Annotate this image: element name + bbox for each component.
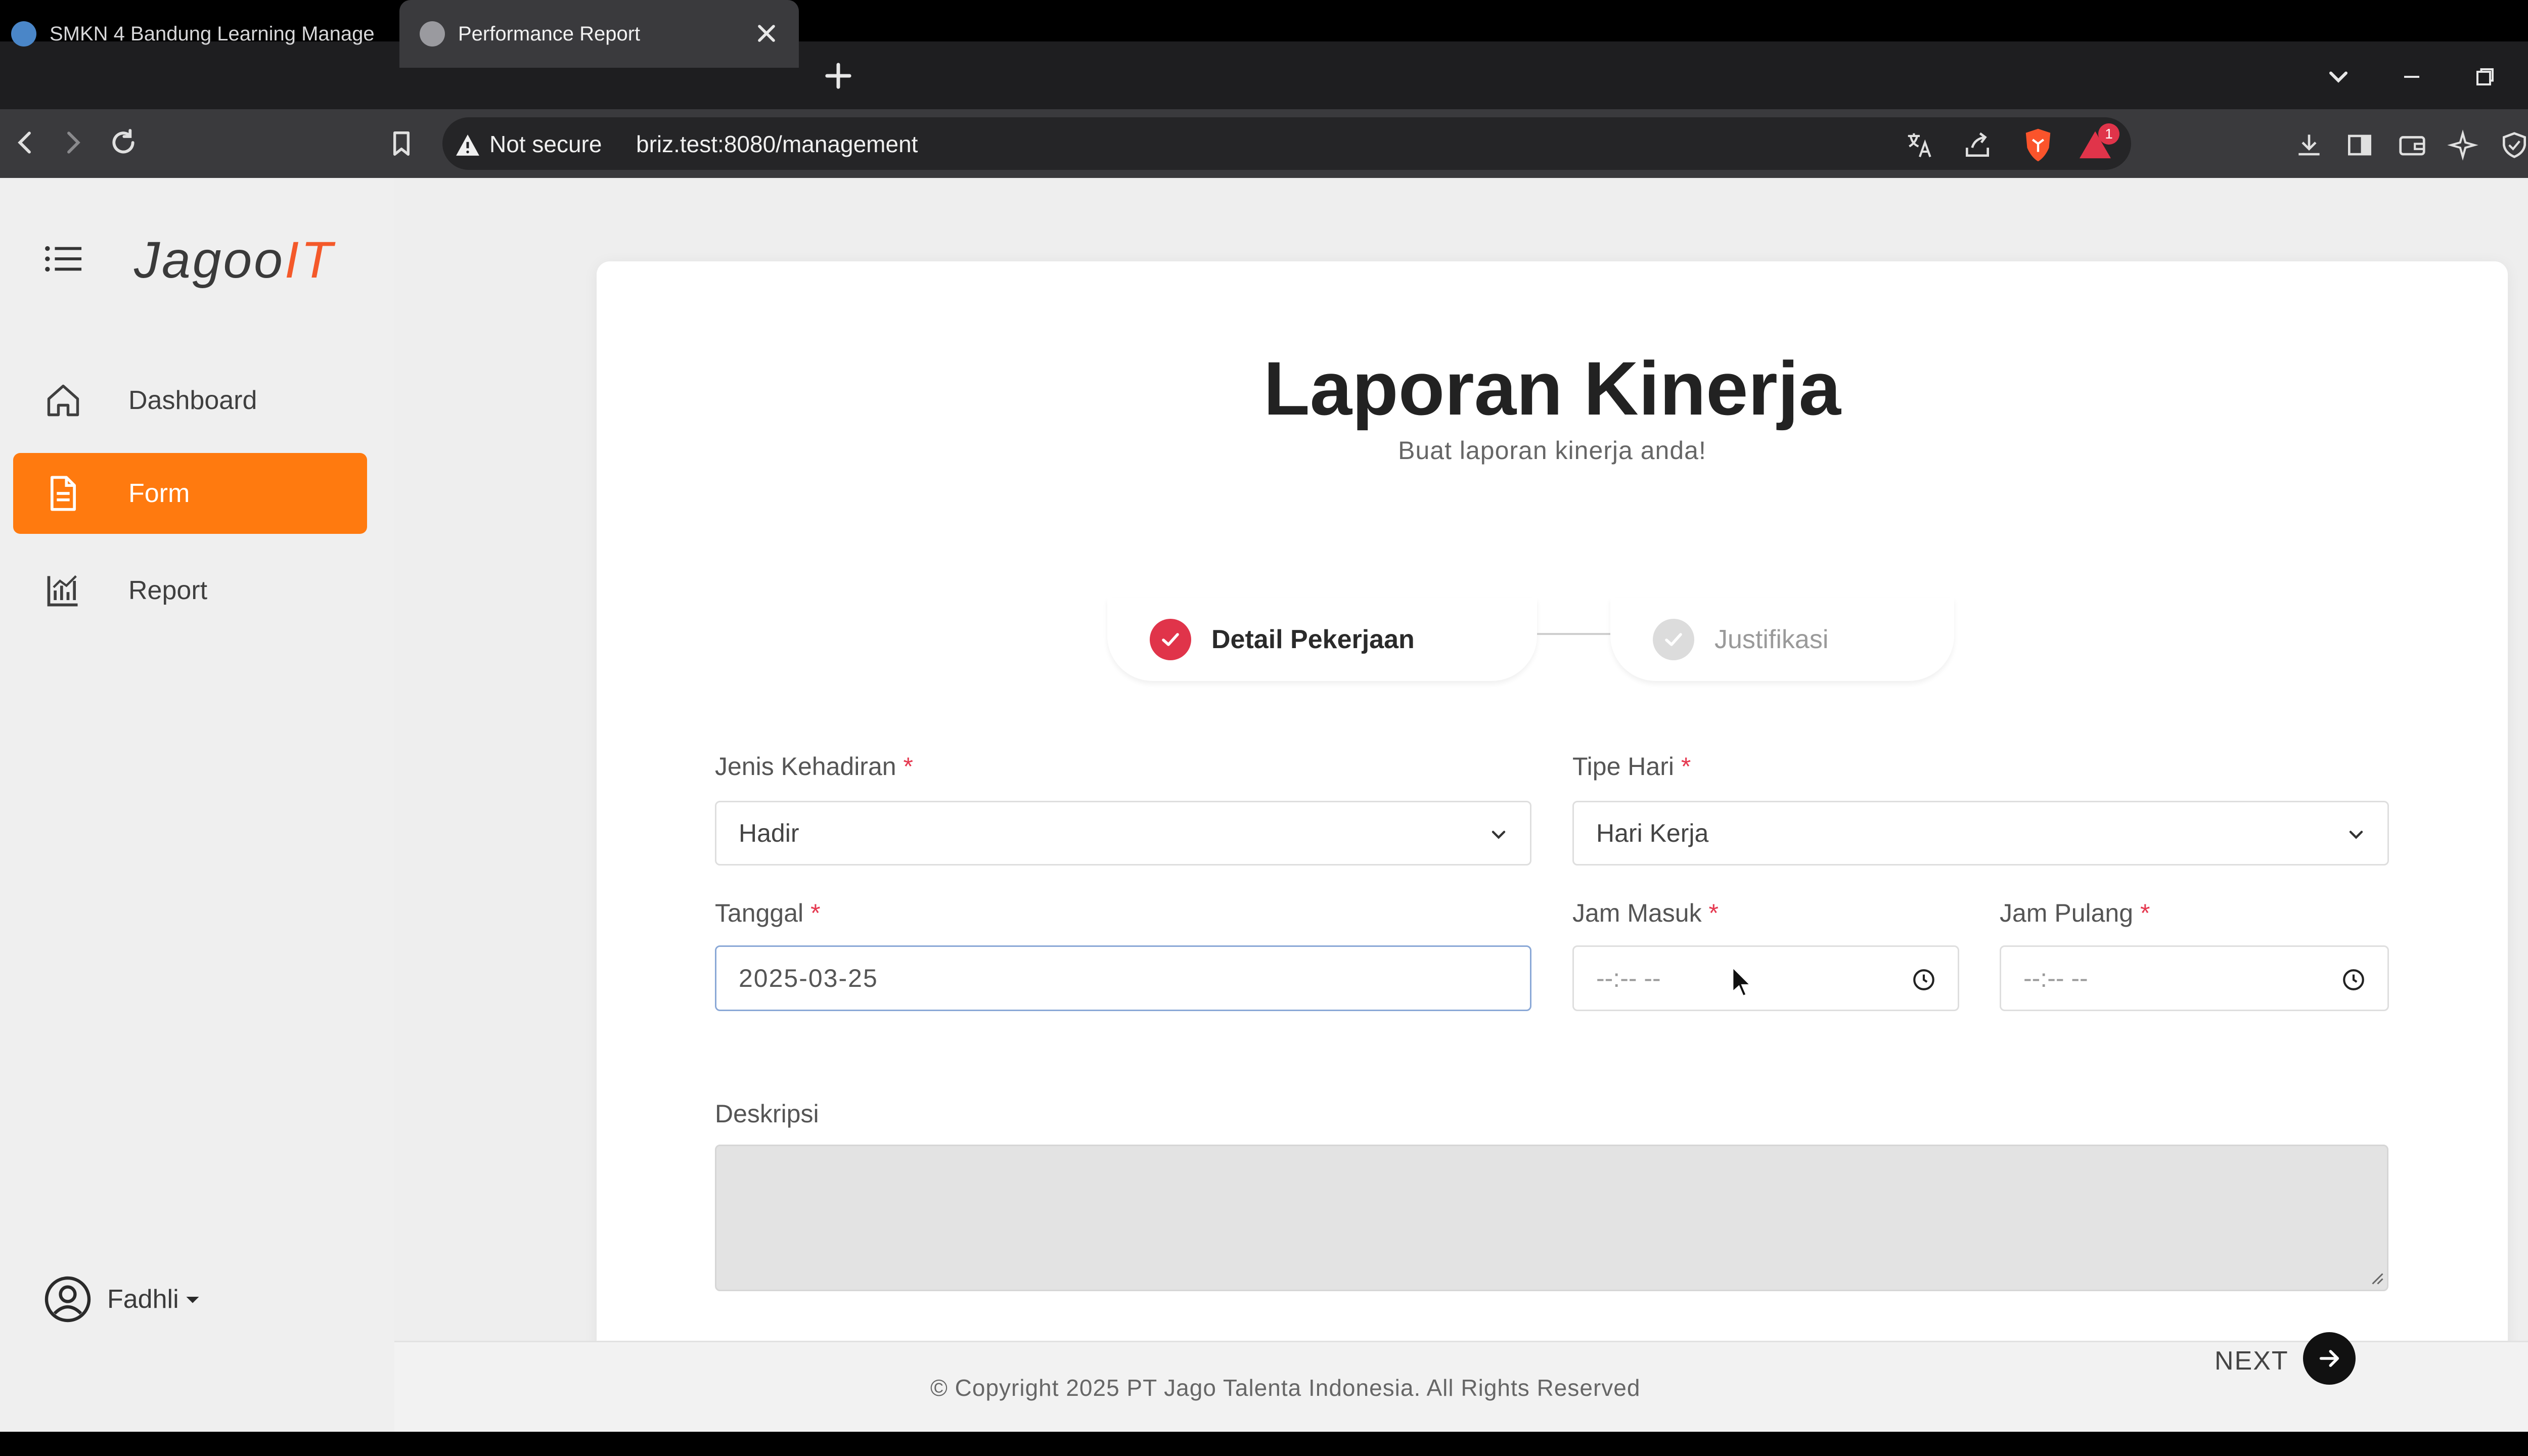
label-text: Jenis Kehadiran	[715, 752, 896, 781]
jam-masuk-time-input[interactable]: --:-- --	[1572, 945, 1959, 1011]
next-label[interactable]: NEXT	[2215, 1346, 2289, 1376]
menu-toggle-icon[interactable]	[44, 244, 83, 274]
restore-window-icon[interactable]	[2470, 62, 2500, 92]
reload-icon[interactable]	[107, 126, 140, 159]
input-value: 2025-03-25	[739, 964, 878, 992]
jenis-kehadiran-label: Jenis Kehadiran *	[715, 752, 913, 781]
sidebar: JagooIT Dashboard Form Report Fadhli	[0, 178, 394, 1432]
tab-favicon-icon	[11, 21, 36, 47]
logo-accent-text: IT	[284, 231, 335, 289]
minimize-window-icon[interactable]	[2397, 62, 2427, 92]
select-value: Hadir	[739, 819, 799, 847]
chevron-down-icon	[2345, 824, 2367, 846]
step-label: Justifikasi	[1714, 624, 1829, 654]
jam-pulang-label: Jam Pulang *	[2000, 898, 2150, 928]
label-text: Tipe Hari	[1572, 752, 1674, 781]
forward-icon[interactable]	[57, 126, 89, 159]
close-tab-icon[interactable]	[752, 19, 781, 48]
label-text: Jam Pulang	[2000, 899, 2134, 927]
tab-title: Performance Report	[458, 22, 641, 45]
tab-title: SMKN 4 Bandung Learning Manage	[50, 22, 375, 45]
select-value: Hari Kerja	[1596, 819, 1709, 847]
leo-ai-icon[interactable]	[2447, 129, 2478, 161]
home-icon	[40, 381, 86, 420]
mouse-cursor-icon	[1731, 966, 1753, 999]
label-text: Tanggal	[715, 899, 804, 927]
deskripsi-textarea[interactable]	[715, 1145, 2388, 1291]
user-name: Fadhli	[107, 1285, 179, 1314]
tipe-hari-select[interactable]: Hari Kerja	[1572, 801, 2389, 866]
bookmark-icon[interactable]	[385, 127, 418, 160]
jam-masuk-label: Jam Masuk *	[1572, 898, 1719, 928]
sidebar-item-label: Report	[128, 576, 208, 605]
sidebar-item-dashboard[interactable]: Dashboard	[13, 360, 367, 441]
step-detail-pekerjaan[interactable]: Detail Pekerjaan	[1107, 598, 1537, 681]
bar-chart-icon	[40, 571, 86, 610]
url-text[interactable]: briz.test:8080/management	[636, 129, 918, 159]
wallet-icon[interactable]	[2397, 129, 2428, 161]
page-title: Laporan Kinerja	[1263, 346, 1841, 431]
tab-favicon-icon	[420, 21, 445, 47]
input-value: --:-- --	[2023, 964, 2088, 992]
user-menu[interactable]: Fadhli	[43, 1275, 200, 1324]
new-tab-button[interactable]	[819, 57, 857, 95]
sidebar-item-form[interactable]: Form	[13, 453, 367, 534]
notification-badge: 1	[2098, 123, 2119, 145]
download-icon[interactable]	[2293, 129, 2325, 161]
arrow-right-icon	[2319, 1350, 2339, 1367]
warning-triangle-icon[interactable]	[455, 133, 480, 157]
browser-tab-performance-report[interactable]: Performance Report	[399, 0, 799, 68]
page-subtitle: Buat laporan kinerja anda!	[1398, 436, 1706, 465]
required-marker: *	[1708, 899, 1719, 927]
sidebar-item-label: Dashboard	[128, 386, 257, 415]
step-connector	[1537, 633, 1610, 635]
label-text: Jam Masuk	[1572, 899, 1702, 927]
back-icon[interactable]	[9, 126, 41, 159]
vpn-shield-icon[interactable]	[2499, 129, 2528, 161]
tanggal-date-input[interactable]: 2025-03-25	[715, 945, 1531, 1011]
sidebar-toggle-icon[interactable]	[2344, 129, 2375, 161]
step-justifikasi[interactable]: Justifikasi	[1610, 598, 1954, 681]
chevron-down-icon	[1487, 824, 1510, 846]
translate-icon[interactable]	[1904, 129, 1935, 161]
tanggal-label: Tanggal *	[715, 898, 821, 928]
input-value: --:-- --	[1596, 964, 1661, 992]
required-marker: *	[810, 899, 821, 927]
copyright-text: © Copyright 2025 PT Jago Talenta Indones…	[930, 1375, 1641, 1401]
document-icon	[40, 474, 86, 513]
browser-tab-lms[interactable]: SMKN 4 Bandung Learning Manage	[0, 0, 389, 68]
app-logo[interactable]: JagooIT	[134, 231, 335, 290]
step-label: Detail Pekerjaan	[1211, 624, 1415, 654]
check-icon	[1653, 618, 1694, 660]
share-icon[interactable]	[1962, 129, 1993, 161]
brave-shield-icon[interactable]	[2021, 127, 2055, 163]
required-marker: *	[903, 752, 913, 781]
jenis-kehadiran-select[interactable]: Hadir	[715, 801, 1531, 866]
next-button[interactable]	[2303, 1332, 2356, 1385]
tab-search-chevron-icon[interactable]	[2323, 62, 2354, 92]
user-avatar-icon	[43, 1275, 92, 1324]
required-marker: *	[1681, 752, 1691, 781]
jam-pulang-time-input[interactable]: --:-- --	[2000, 945, 2389, 1011]
caret-down-icon	[185, 1292, 200, 1307]
web-page: JagooIT Dashboard Form Report Fadhli Lap…	[0, 178, 2528, 1432]
sidebar-item-label: Form	[128, 479, 190, 508]
sidebar-item-report[interactable]: Report	[13, 550, 367, 631]
check-icon	[1150, 618, 1191, 660]
security-status-label[interactable]: Not secure	[489, 129, 602, 159]
tipe-hari-label: Tipe Hari *	[1572, 752, 1691, 781]
required-marker: *	[2140, 899, 2150, 927]
logo-text: Jagoo	[134, 231, 285, 289]
resize-handle-icon[interactable]	[2369, 1270, 2384, 1285]
clock-icon[interactable]	[2341, 967, 2366, 992]
clock-icon[interactable]	[1911, 967, 1936, 992]
deskripsi-label: Deskripsi	[715, 1100, 819, 1128]
